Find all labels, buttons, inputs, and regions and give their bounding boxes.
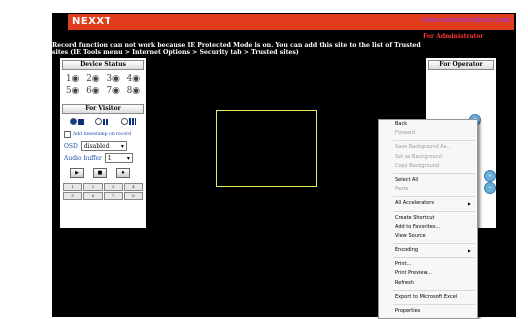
timestamp-label: Add timestamp on record — [73, 132, 132, 137]
menu-item-set-background[interactable]: Set as Background — [379, 153, 477, 162]
menu-item-encoding[interactable]: Encoding ▶ — [379, 246, 477, 255]
osd-select[interactable]: disabled ▾ — [80, 141, 127, 151]
channel-button[interactable]: 1 — [63, 183, 83, 191]
audio-buffer-control: Audio buffer 1 ▾ — [60, 152, 146, 164]
nine-view-icon — [129, 118, 137, 125]
layout-selector — [60, 114, 146, 129]
playback-controls: ▶ ■ ⏺ — [60, 164, 146, 182]
channel-button[interactable]: 7 — [103, 192, 123, 200]
menu-separator — [393, 210, 475, 212]
stop-button[interactable]: ■ — [93, 168, 107, 178]
menu-separator — [393, 304, 475, 305]
nexxt-logo: NEXXT — [68, 14, 112, 30]
menu-item-print-preview[interactable]: Print Preview... — [379, 269, 477, 278]
menu-item-export-excel[interactable]: Export to Microsoft Excel — [379, 293, 477, 302]
menu-item-refresh[interactable]: Refresh — [379, 279, 477, 288]
menu-separator — [393, 243, 475, 245]
right-margin — [516, 13, 528, 317]
logo-text: NEXXT — [72, 16, 112, 27]
left-panel: Device Status 1◉ 2◉ 3◉ 4◉ 5◉ 6◉ 7◉ 8◉ Fo… — [60, 58, 146, 228]
menu-separator — [393, 140, 475, 142]
camera-icon[interactable]: 4◉ — [124, 74, 143, 84]
menu-separator — [393, 257, 475, 259]
menu-item-back[interactable]: Back — [379, 120, 477, 129]
context-menu: Back Forward Save Background As... Set a… — [378, 119, 478, 319]
channel-button[interactable]: 2 — [83, 183, 103, 191]
camera-grid: 1◉ 2◉ 3◉ 4◉ 5◉ 6◉ 7◉ 8◉ — [60, 70, 146, 100]
menu-item-properties[interactable]: Properties — [379, 307, 477, 316]
quad-view-icon — [103, 118, 110, 125]
left-margin — [0, 13, 52, 317]
camera-icon[interactable]: 5◉ — [63, 86, 82, 96]
radio-icon[interactable] — [95, 118, 103, 125]
for-operator-title: For Operator — [428, 60, 494, 70]
camera-icon[interactable]: 8◉ — [124, 86, 143, 96]
timestamp-checkbox[interactable] — [64, 131, 71, 138]
zoom-out-icon[interactable]: − — [484, 182, 496, 194]
channel-buttons: 1 2 3 4 5 6 7 8 — [60, 182, 146, 201]
top-margin — [0, 0, 528, 13]
radio-icon[interactable] — [69, 118, 77, 125]
camera-icon[interactable]: 3◉ — [104, 74, 123, 84]
audio-buffer-select[interactable]: 1 ▾ — [104, 153, 133, 163]
device-status-title: Device Status — [62, 60, 144, 70]
play-button[interactable]: ▶ — [70, 168, 84, 178]
protected-mode-warning: Record function can not work because IE … — [52, 42, 421, 56]
menu-item-copy-background[interactable]: Copy Background — [379, 162, 477, 171]
channel-button[interactable]: 6 — [83, 192, 103, 200]
layout-9-option[interactable] — [121, 118, 137, 125]
menu-item-add-to-favorites[interactable]: Add to Favorites... — [379, 223, 477, 232]
camera-icon[interactable]: 7◉ — [104, 86, 123, 96]
menu-item-print[interactable]: Print... — [379, 260, 477, 269]
menu-item-create-shortcut[interactable]: Create Shortcut — [379, 214, 477, 223]
menu-item-select-all[interactable]: Select All — [379, 176, 477, 185]
radio-icon[interactable] — [121, 118, 129, 125]
menu-separator — [393, 289, 475, 291]
camera-icon[interactable]: 2◉ — [83, 74, 102, 84]
menu-item-all-accelerators[interactable]: All Accelerators ▶ — [379, 199, 477, 208]
record-button[interactable]: ⏺ — [116, 168, 130, 178]
menu-item-save-background[interactable]: Save Background As... — [379, 143, 477, 152]
admin-link[interactable]: For Administrator — [423, 33, 483, 40]
zoom-in-icon[interactable]: + — [484, 170, 496, 182]
menu-separator — [393, 172, 475, 174]
menu-separator — [393, 196, 475, 198]
submenu-arrow-icon: ▶ — [467, 201, 471, 207]
camera-icon[interactable]: 1◉ — [63, 74, 82, 84]
channel-button[interactable]: 4 — [123, 183, 143, 191]
menu-item-view-source[interactable]: View Source — [379, 232, 477, 241]
menu-item-forward[interactable]: Forward — [379, 129, 477, 138]
chevron-down-icon: ▾ — [126, 154, 130, 162]
layout-1-option[interactable] — [69, 118, 84, 125]
for-visitor-title: For Visitor — [62, 104, 144, 114]
audio-buffer-label: Audio buffer — [64, 154, 102, 162]
timestamp-option[interactable]: Add timestamp on record — [60, 129, 146, 140]
channel-button[interactable]: 5 — [63, 192, 83, 200]
osd-label: OSD — [64, 142, 78, 150]
menu-item-paste[interactable]: Paste — [379, 185, 477, 194]
submenu-arrow-icon: ▶ — [467, 248, 471, 254]
layout-4-option[interactable] — [95, 118, 110, 125]
header-bar: www.nexxtsolutions.com — [110, 14, 514, 30]
website-link[interactable]: www.nexxtsolutions.com — [422, 16, 510, 24]
channel-button[interactable]: 8 — [123, 192, 143, 200]
chevron-down-icon: ▾ — [120, 142, 124, 150]
video-viewport[interactable] — [216, 110, 317, 187]
channel-button[interactable]: 3 — [103, 183, 123, 191]
camera-icon[interactable]: 6◉ — [83, 86, 102, 96]
osd-control: OSD disabled ▾ — [60, 140, 146, 152]
single-view-icon — [77, 118, 84, 125]
